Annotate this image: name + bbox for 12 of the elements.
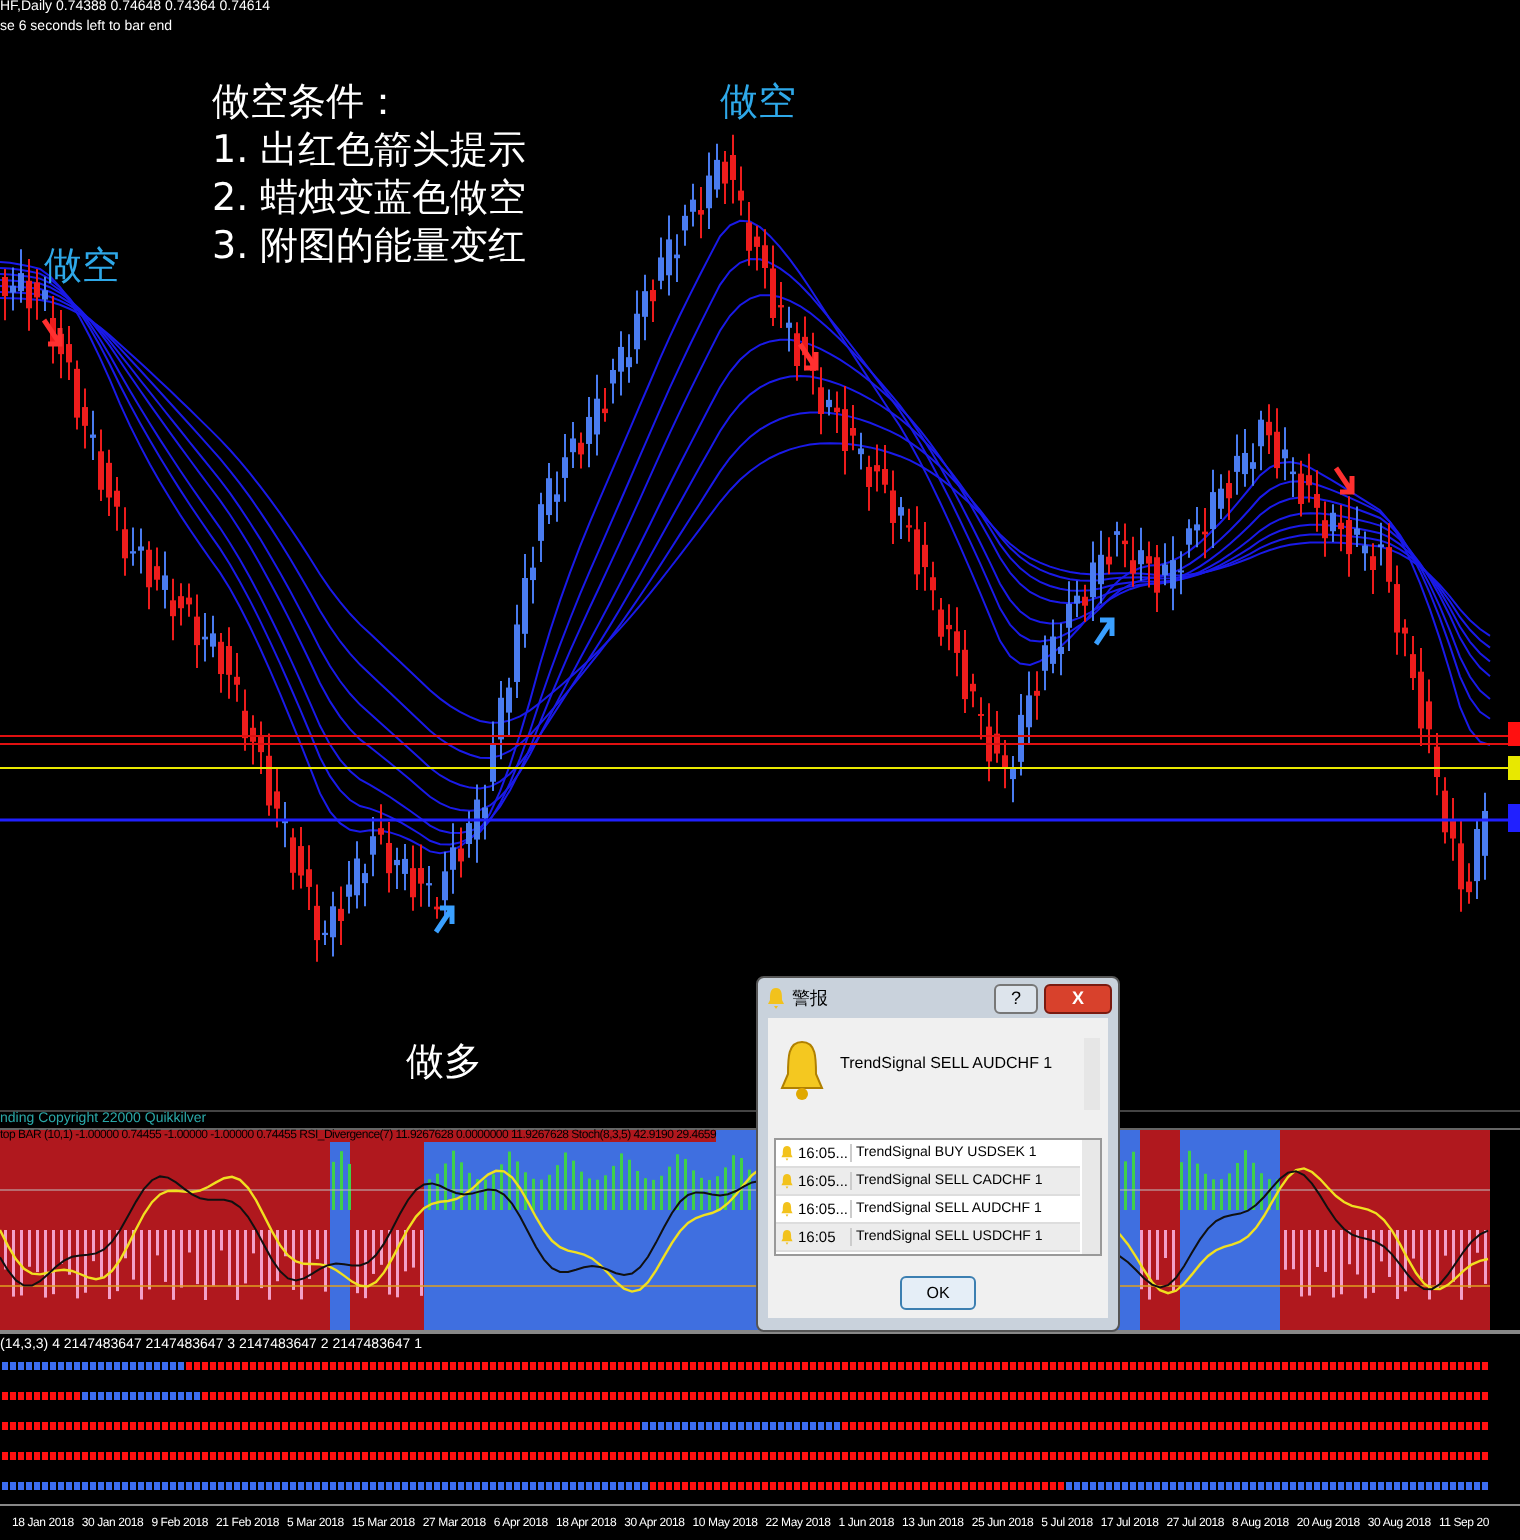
dialog-title: 警报 (792, 985, 830, 1011)
signal-label: 做空 (720, 78, 796, 128)
signal-label: 做多 (406, 1038, 482, 1088)
annotation-text: 2. 蜡烛变蓝色做空 (212, 176, 527, 220)
annotation-text: 1. 出红色箭头提示 (212, 128, 527, 172)
annotation-text: 3. 附图的能量变红 (212, 224, 527, 268)
annotation-text: 做空条件： (212, 80, 402, 124)
help-button[interactable]: ? (994, 983, 1038, 1013)
ok-button[interactable]: OK (900, 1276, 976, 1310)
alert-message: TrendSignal SELL AUDCHF 1 (840, 1052, 1053, 1072)
signal-label: 做空 (44, 242, 120, 292)
close-button[interactable]: X (1044, 983, 1112, 1013)
